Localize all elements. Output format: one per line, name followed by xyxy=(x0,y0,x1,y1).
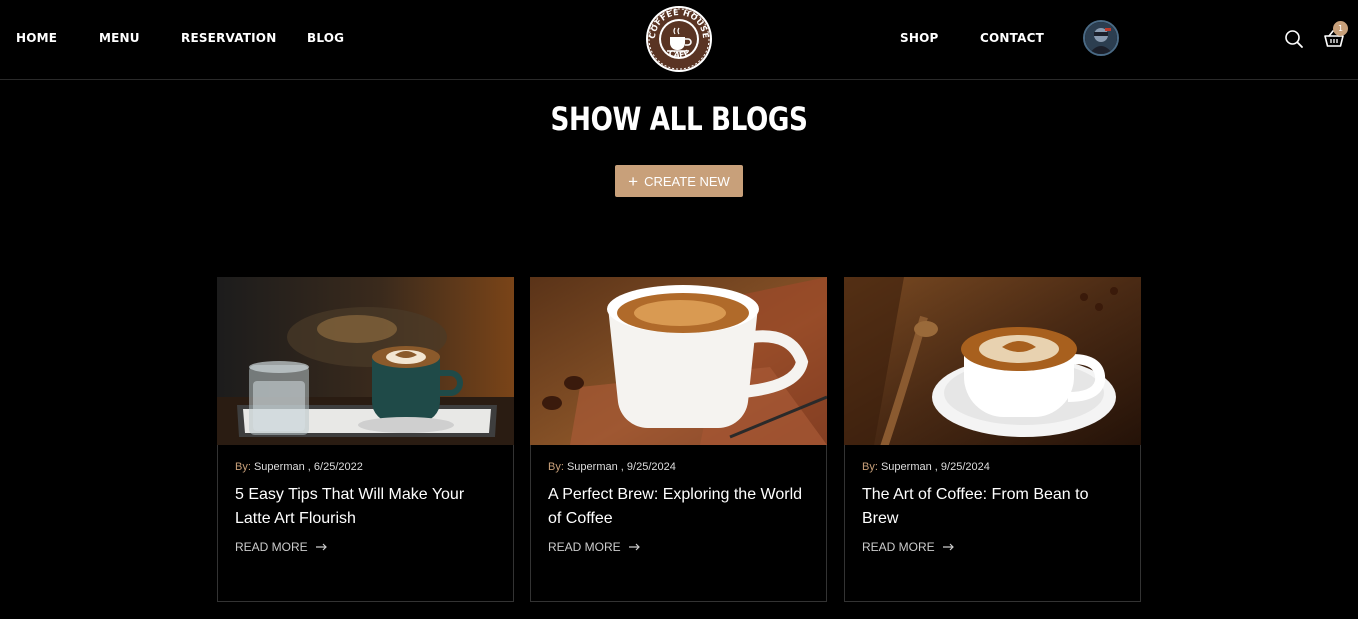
coffee-cup-photo-icon xyxy=(530,277,827,445)
blog-author[interactable]: Superman xyxy=(567,461,618,473)
blog-meta: By: Superman , 9/25/2024 xyxy=(548,461,676,473)
latte-art-photo-icon xyxy=(217,277,514,445)
cappuccino-photo-icon xyxy=(844,277,1141,445)
blog-image-coffee-cup[interactable] xyxy=(530,277,827,445)
avatar[interactable] xyxy=(1083,20,1119,56)
blog-meta: By: Superman , 6/25/2022 xyxy=(235,461,363,473)
logo[interactable]: COFFEE HOUSE CAFE xyxy=(645,5,713,73)
by-label: By: xyxy=(862,461,878,473)
page-title: SHOW ALL BLOGS xyxy=(550,100,808,138)
blog-image-cappuccino[interactable] xyxy=(844,277,1141,445)
create-new-button[interactable]: + CREATE NEW xyxy=(615,165,743,197)
create-new-label: CREATE NEW xyxy=(644,173,730,189)
read-more-link[interactable]: READ MORE xyxy=(548,540,641,554)
nav-shop[interactable]: SHOP xyxy=(900,31,938,45)
read-more-link[interactable]: READ MORE xyxy=(235,540,328,554)
blog-image-latte-art[interactable] xyxy=(217,277,514,445)
blog-card[interactable]: By: Superman , 6/25/2022 5 Easy Tips Tha… xyxy=(217,277,514,602)
by-label: By: xyxy=(235,461,251,473)
blog-date: 6/25/2022 xyxy=(313,461,363,473)
by-label: By: xyxy=(548,461,564,473)
arrow-right-icon xyxy=(942,543,954,551)
blog-date: 9/25/2024 xyxy=(940,461,990,473)
arrow-right-icon xyxy=(315,543,327,551)
read-more-label: READ MORE xyxy=(862,540,935,554)
blog-date: 9/25/2024 xyxy=(626,461,676,473)
blog-card[interactable]: By: Superman , 9/25/2024 A Perfect Brew:… xyxy=(530,277,827,602)
blog-card[interactable]: By: Superman , 9/25/2024 The Art of Coff… xyxy=(844,277,1141,602)
user-avatar-icon xyxy=(1085,22,1117,54)
blog-title[interactable]: 5 Easy Tips That Will Make Your Latte Ar… xyxy=(235,483,500,531)
nav-contact[interactable]: CONTACT xyxy=(980,31,1044,45)
blog-author[interactable]: Superman xyxy=(881,461,932,473)
site-header: HOME MENU RESERVATION BLOG COFFEE HOUSE … xyxy=(0,0,1358,80)
cart-count-badge: 1 xyxy=(1333,21,1348,36)
search-icon[interactable] xyxy=(1284,29,1304,49)
nav-reservation[interactable]: RESERVATION xyxy=(181,31,276,45)
blog-meta: By: Superman , 9/25/2024 xyxy=(862,461,990,473)
nav-blog[interactable]: BLOG xyxy=(307,31,344,45)
read-more-link[interactable]: READ MORE xyxy=(862,540,955,554)
blog-title[interactable]: A Perfect Brew: Exploring the World of C… xyxy=(548,483,813,531)
blog-author[interactable]: Superman xyxy=(254,461,305,473)
blog-title[interactable]: The Art of Coffee: From Bean to Brew xyxy=(862,483,1127,531)
arrow-right-icon xyxy=(628,543,640,551)
plus-icon: + xyxy=(628,171,639,191)
read-more-label: READ MORE xyxy=(235,540,308,554)
read-more-label: READ MORE xyxy=(548,540,621,554)
coffee-house-logo-icon: COFFEE HOUSE CAFE xyxy=(646,6,712,72)
nav-menu[interactable]: MENU xyxy=(99,31,140,45)
nav-home[interactable]: HOME xyxy=(16,31,57,45)
